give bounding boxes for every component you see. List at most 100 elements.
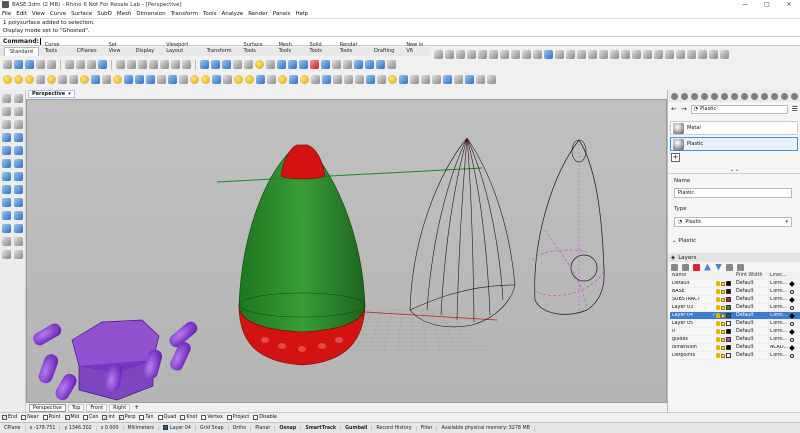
cone-icon[interactable] [2, 185, 11, 194]
osnap-icon[interactable] [58, 75, 67, 84]
filter-toggle[interactable]: Filter [417, 425, 438, 431]
torus-icon[interactable] [14, 185, 23, 194]
current-layer[interactable]: Layer 04 [159, 425, 196, 431]
wireframe-icon[interactable] [277, 60, 286, 69]
checkbox[interactable]: ✓ [118, 415, 124, 420]
layer-row[interactable]: Layer 03 Default Conti... [670, 304, 800, 312]
osnap-knot[interactable]: Knot [180, 415, 197, 420]
layer-row[interactable]: Layer 04 ✓ Default Conti... [670, 312, 800, 320]
layer-print-width[interactable]: Default [734, 313, 770, 318]
zoom-icon[interactable] [138, 60, 147, 69]
layer-row[interactable]: Default Default Conti... [670, 280, 800, 288]
light-bulb-icon[interactable] [388, 75, 397, 84]
layer-linetype[interactable]: Conti... [770, 305, 790, 310]
spotlight-icon[interactable] [47, 75, 56, 84]
layer-print-color[interactable] [790, 321, 796, 326]
lock-objects-icon[interactable] [632, 50, 641, 59]
layer-linetype[interactable]: Conti... [770, 329, 790, 334]
layer-linetype[interactable]: Conti... [770, 313, 790, 318]
menu-view[interactable]: View [32, 11, 45, 17]
layer-print-color[interactable] [790, 305, 796, 310]
grid-icon[interactable] [599, 50, 608, 59]
light-bulb-icon[interactable] [14, 75, 23, 84]
rendered-icon[interactable] [299, 60, 308, 69]
cube-icon[interactable] [566, 50, 575, 59]
light-bulb-icon[interactable] [716, 345, 720, 350]
viewport-icon[interactable] [399, 75, 408, 84]
dimension-radius-icon[interactable] [456, 50, 465, 59]
cut-icon[interactable] [65, 60, 74, 69]
camera-icon[interactable] [577, 50, 586, 59]
named-views-tab-icon[interactable] [771, 92, 778, 100]
layer-linetype[interactable]: Conti... [770, 281, 790, 286]
help-icon[interactable] [343, 60, 352, 69]
material-item-metal[interactable]: Metal [670, 121, 798, 135]
smarttrack-toggle[interactable]: SmartTrack [301, 425, 342, 431]
light-bulb-icon[interactable] [716, 329, 720, 334]
array-icon[interactable] [2, 237, 11, 246]
analyze-icon[interactable] [387, 60, 396, 69]
layer-row[interactable]: 0 Default Conti... [670, 328, 800, 336]
shaded-icon[interactable] [288, 60, 297, 69]
move-icon[interactable] [2, 211, 11, 220]
box-icon[interactable] [168, 75, 177, 84]
split-icon[interactable] [476, 75, 485, 84]
menu-transform[interactable]: Transform [171, 11, 198, 17]
material-name-field[interactable]: Plastic [674, 188, 792, 198]
checkbox[interactable] [157, 415, 163, 420]
text-icon[interactable] [489, 50, 498, 59]
analyze-icon[interactable] [14, 237, 23, 246]
menu-curve[interactable]: Curve [50, 11, 66, 17]
layer-color-swatch[interactable] [726, 337, 731, 342]
layer-row[interactable]: Defpoints Default Conti... [670, 352, 800, 360]
add-viewport-tab-button[interactable]: + [132, 404, 141, 411]
new-file-icon[interactable] [3, 60, 12, 69]
arrowhead-icon[interactable] [511, 50, 520, 59]
materials-tab-icon[interactable] [701, 92, 708, 100]
undo-view-icon[interactable] [182, 60, 191, 69]
sphere-icon[interactable] [14, 146, 23, 155]
material-type-select[interactable]: ◔ Plastic ▾ [674, 217, 792, 227]
cylinder-icon[interactable] [2, 159, 11, 168]
layer-color-swatch[interactable] [726, 305, 731, 310]
select-all-icon[interactable] [355, 75, 364, 84]
layer-print-color[interactable] [790, 289, 796, 294]
curvature-icon[interactable] [223, 75, 232, 84]
close-button[interactable]: ✕ [778, 0, 800, 9]
layer-print-color[interactable] [789, 312, 796, 319]
hatch-icon[interactable] [500, 50, 509, 59]
paste-icon[interactable] [87, 60, 96, 69]
box-icon[interactable] [2, 146, 11, 155]
layer-print-width[interactable]: Default [734, 289, 770, 294]
print-layout-icon[interactable] [720, 50, 729, 59]
menu-render[interactable]: Render [248, 11, 268, 17]
grid-snap-toggle[interactable]: Grid Snap [196, 425, 229, 431]
layer-icon[interactable] [266, 60, 275, 69]
rotate-view-icon[interactable] [127, 60, 136, 69]
lock-icon[interactable] [721, 345, 725, 350]
checkbox[interactable] [226, 415, 232, 420]
checkbox[interactable] [253, 415, 259, 420]
osnap-end[interactable]: ✓ End [2, 415, 17, 420]
tab-surface-tools[interactable]: Surface Tools [238, 40, 273, 56]
tab-new-in-v6[interactable]: New in V6 [400, 40, 430, 56]
light-bulb-icon[interactable] [716, 353, 720, 358]
osnap-point[interactable]: Point [42, 415, 61, 420]
layer-print-width[interactable]: Default [734, 345, 770, 350]
save-icon[interactable] [25, 60, 34, 69]
layer-color-swatch[interactable] [726, 313, 731, 318]
layer-color-swatch[interactable] [726, 289, 731, 294]
zoom-selected-icon[interactable] [171, 60, 180, 69]
ortho-toggle[interactable]: Ortho [229, 425, 252, 431]
lock-icon[interactable] [721, 329, 725, 334]
tab-render-tools[interactable]: Render Tools [334, 40, 368, 56]
extrude-icon[interactable] [14, 133, 23, 142]
zebra-icon[interactable] [256, 75, 265, 84]
osnap-perp[interactable]: ✓ Perp [118, 415, 135, 420]
gumball-toggle[interactable]: Gumball [341, 425, 373, 431]
scale-icon[interactable] [2, 224, 11, 233]
checkbox[interactable] [42, 415, 48, 420]
hide-icon[interactable] [244, 60, 253, 69]
light-bulb-icon[interactable] [300, 75, 309, 84]
planar-toggle[interactable]: Planar [251, 425, 276, 431]
